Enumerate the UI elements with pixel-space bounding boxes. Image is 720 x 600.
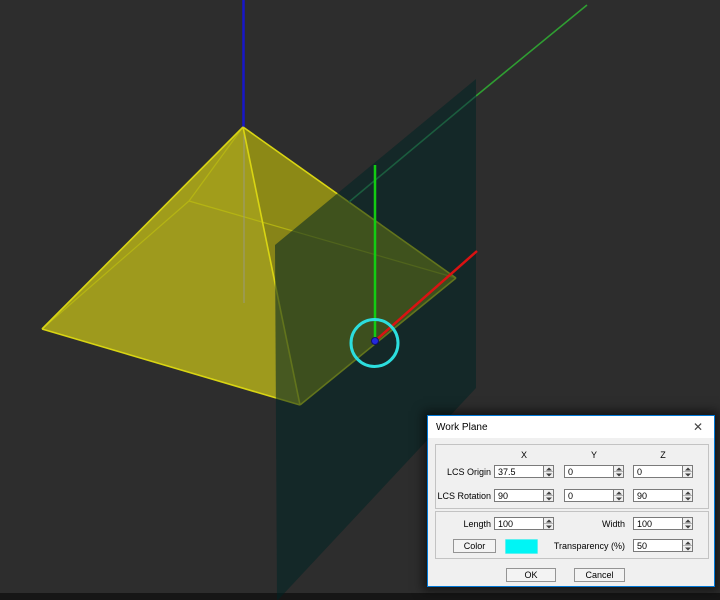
dialog-titlebar[interactable]: Work Plane ✕ [428, 416, 714, 438]
lcs-rotation-z-field [633, 489, 693, 502]
column-header-x: X [520, 450, 527, 460]
origin-dot [371, 337, 379, 345]
spinner-down-button[interactable] [683, 472, 692, 477]
spinner-down-button[interactable] [614, 496, 623, 501]
close-icon[interactable]: ✕ [690, 420, 706, 434]
lcs-rotation-z-spinner [682, 489, 693, 502]
length-input[interactable] [494, 517, 544, 530]
spinner-down-button[interactable] [544, 472, 553, 477]
column-header-y: Y [590, 450, 597, 460]
ok-button[interactable]: OK [506, 568, 556, 582]
spinner-down-button[interactable] [614, 472, 623, 477]
lcs-rotation-z-input[interactable] [633, 489, 683, 502]
spinner-down-button[interactable] [683, 496, 692, 501]
transparency-field [633, 539, 693, 552]
transparency-label: Transparency (%) [553, 541, 625, 551]
spinner-down-button[interactable] [683, 546, 692, 551]
length-label: Length [463, 519, 491, 529]
width-input[interactable] [633, 517, 683, 530]
lcs-origin-y-spinner [613, 465, 624, 478]
lcs-origin-z-input[interactable] [633, 465, 683, 478]
lcs-origin-label: LCS Origin [446, 467, 491, 477]
width-label: Width [601, 519, 625, 529]
spinner-down-button[interactable] [544, 496, 553, 501]
lcs-origin-y-input[interactable] [564, 465, 614, 478]
cancel-button[interactable]: Cancel [574, 568, 625, 582]
lcs-origin-y-field [564, 465, 624, 478]
width-field [633, 517, 693, 530]
lcs-rotation-y-field [564, 489, 624, 502]
viewport-bottom-band [0, 593, 720, 600]
spinner-down-button[interactable] [683, 524, 692, 529]
transparency-input[interactable] [633, 539, 683, 552]
lcs-rotation-y-input[interactable] [564, 489, 614, 502]
lcs-rotation-label: LCS Rotation [437, 491, 491, 501]
lcs-rotation-x-field [494, 489, 554, 502]
column-header-z: Z [660, 450, 666, 460]
lcs-rotation-x-input[interactable] [494, 489, 544, 502]
lcs-origin-x-spinner [543, 465, 554, 478]
lcs-origin-x-field [494, 465, 554, 478]
transparency-spinner [682, 539, 693, 552]
dialog-title: Work Plane [436, 421, 488, 433]
length-field [494, 517, 554, 530]
lcs-origin-z-spinner [682, 465, 693, 478]
work-plane-dialog: Work Plane ✕ X Y Z LCS Origin LCS Rotati… [427, 415, 715, 587]
lcs-origin-x-input[interactable] [494, 465, 544, 478]
lcs-origin-z-field [633, 465, 693, 478]
lcs-rotation-y-spinner [613, 489, 624, 502]
lcs-rotation-x-spinner [543, 489, 554, 502]
width-spinner [682, 517, 693, 530]
